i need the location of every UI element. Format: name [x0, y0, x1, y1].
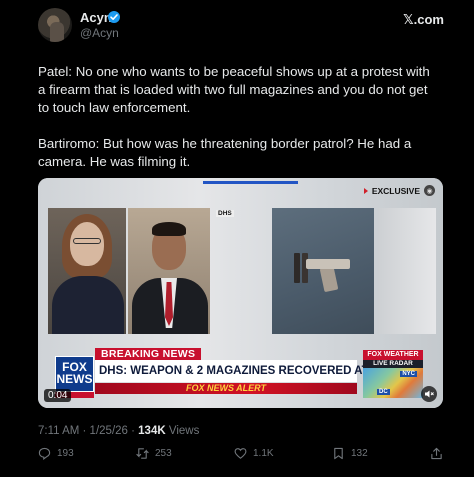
reply-count: 193 [57, 448, 74, 459]
breaking-news-label: BREAKING NEWS [95, 348, 202, 360]
repost-icon [136, 447, 149, 460]
tweet-header: Acyn @Acyn 𝕏.com [38, 8, 448, 42]
like-button[interactable]: 1.1K [234, 447, 274, 460]
news-alert-bar: FOX NEWS ALERT [95, 383, 357, 394]
city-label-dc: DC [377, 389, 390, 395]
fox-news-logo: FOX NEWS [55, 356, 94, 392]
exclusive-label: EXCLUSIVE [371, 185, 420, 196]
x-logo: 𝕏.com [403, 12, 444, 27]
guest-video-panel [128, 208, 210, 334]
reply-button[interactable]: 193 [38, 447, 74, 460]
weather-title: FOX WEATHER [363, 350, 423, 360]
evidence-photo-panel [272, 208, 374, 334]
background-strip [378, 208, 436, 334]
video-top-bar [203, 181, 298, 184]
video-player[interactable]: EXCLUSIVE ◉ DHS FOX NEWS BREAKING NEWS D… [38, 178, 443, 408]
heart-icon [234, 447, 247, 460]
bookmark-icon [332, 447, 345, 460]
alert-suffix: ALERT [236, 383, 267, 393]
share-icon [430, 447, 443, 460]
exclusive-badge: EXCLUSIVE ◉ [363, 185, 435, 196]
mute-icon[interactable] [421, 386, 437, 402]
tweet-meta: 7:11 AM · 1/25/26 · 134K Views [38, 425, 199, 437]
repost-button[interactable]: 253 [136, 447, 172, 460]
weather-subtitle: LIVE RADAR [363, 360, 423, 368]
user-handle[interactable]: @Acyn [80, 26, 119, 40]
exclusive-triangle-icon [363, 187, 368, 194]
video-duration: 0:04 [44, 389, 72, 402]
tweet-paragraph-2: Bartiromo: But how was he threatening bo… [38, 136, 412, 169]
dhs-source-label: DHS [216, 210, 234, 217]
like-count: 1.1K [253, 448, 274, 459]
avatar[interactable] [38, 8, 72, 42]
tweet-actions: 193 253 1.1K 132 [38, 447, 443, 465]
fox-logo-bottom: NEWS [56, 372, 93, 386]
city-label-nyc: NYC [400, 371, 417, 377]
bookmark-button[interactable]: 132 [332, 447, 368, 460]
news-headline: DHS: WEAPON & 2 MAGAZINES RECOVERED AT S… [95, 360, 411, 382]
alert-prefix: FOX NEWS [185, 383, 234, 393]
share-button[interactable] [430, 447, 443, 460]
verified-badge-icon [108, 11, 120, 23]
weather-radar-widget: FOX WEATHER LIVE RADAR NYC DC [363, 350, 423, 398]
bookmark-count: 132 [351, 448, 368, 459]
radar-map: NYC DC [363, 368, 423, 398]
tweet-paragraph-1: Patel: No one who wants to be peaceful s… [38, 64, 430, 115]
reply-icon [38, 447, 51, 460]
fox-news-bug-icon: ◉ [424, 185, 435, 196]
firearm-icon [292, 253, 352, 293]
tweet-text: Patel: No one who wants to be peaceful s… [38, 63, 438, 189]
views-label: Views [165, 425, 200, 437]
tweet-timestamp[interactable]: 7:11 AM · 1/25/26 · [38, 425, 138, 437]
anchor-video-panel [48, 208, 126, 334]
view-count: 134K [138, 425, 166, 437]
repost-count: 253 [155, 448, 172, 459]
